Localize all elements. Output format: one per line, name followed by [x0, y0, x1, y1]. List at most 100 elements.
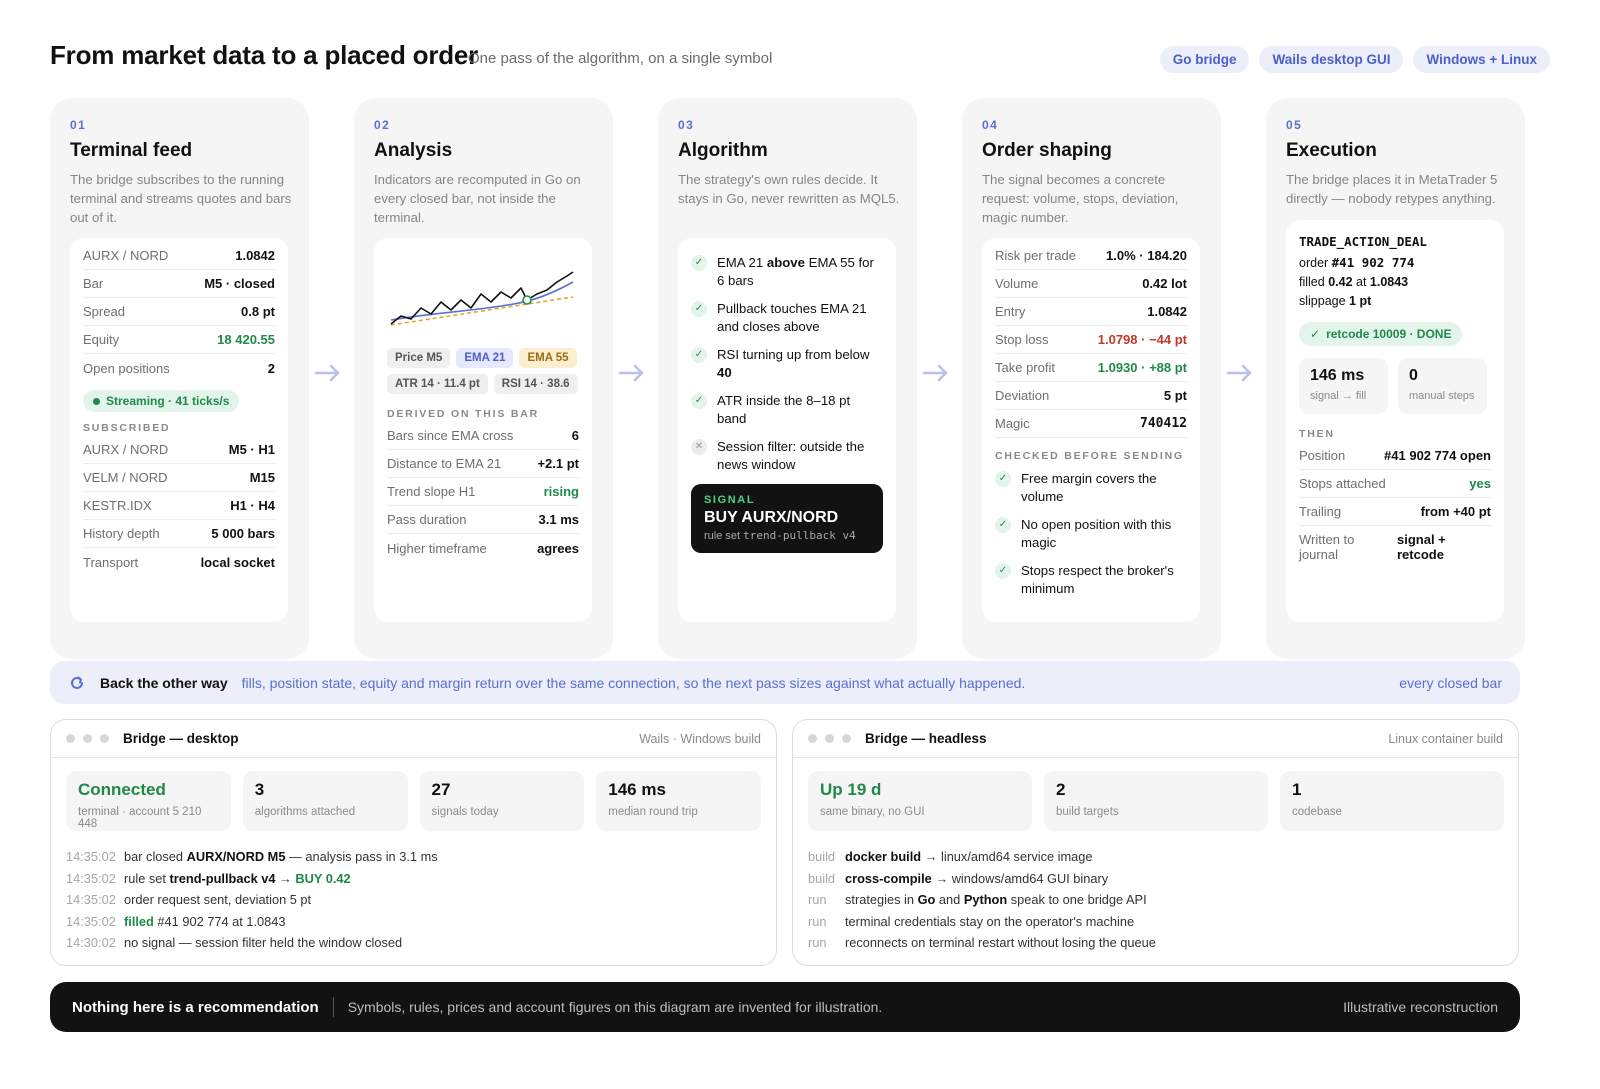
feed-row: Bar M5 · closed — [83, 270, 275, 298]
stage-description: The bridge places it in MetaTrader 5 dir… — [1286, 172, 1498, 206]
stage-number: 02 — [374, 118, 391, 132]
subscription-row: VELM / NORD M15 — [83, 464, 275, 492]
stat-card: Up 19 d same binary, no GUI — [808, 771, 1032, 831]
order-row: Magic 740412 — [995, 410, 1187, 438]
window-dot-icon — [825, 734, 834, 743]
stage-analysis: 02 Analysis Indicators are recomputed in… — [354, 98, 613, 659]
stage-title: Analysis — [374, 140, 453, 161]
window-build-label: Linux container build — [1388, 731, 1503, 746]
then-row: Stops attached yes — [1299, 470, 1491, 498]
derived-row: Higher timeframe agrees — [387, 540, 579, 556]
feedback-strip: Back the other way fills, position state… — [50, 661, 1520, 704]
window-titlebar: Bridge — headless Linux container build — [793, 720, 1518, 758]
section-label: THEN — [1299, 428, 1335, 440]
order-row: Deviation 5 pt — [995, 382, 1187, 410]
deal-action: TRADE_ACTION_DEAL — [1299, 234, 1427, 249]
feed-row: Open positions 2 — [83, 360, 275, 376]
deal-order: order #41 902 774 — [1299, 255, 1415, 270]
refresh-icon — [71, 676, 83, 689]
feedback-frequency: every closed bar — [1399, 674, 1502, 691]
metric-card: 0 manual steps — [1398, 358, 1487, 414]
stage-description: The bridge subscribes to the running ter… — [70, 172, 292, 225]
feed-row: Spread 0.8 pt — [83, 298, 275, 326]
desktop-bridge-window: Bridge — desktop Wails · Windows build C… — [50, 719, 777, 966]
subscription-row: KESTR.IDX H1 · H4 — [83, 492, 275, 520]
window-dot-icon — [83, 734, 92, 743]
tag-list: Go bridge Wails desktop GUI Windows + Li… — [1159, 46, 1550, 73]
stage-description: Indicators are recomputed in Go on every… — [374, 172, 581, 225]
tag-platforms: Windows + Linux — [1413, 46, 1550, 73]
window-dot-icon — [66, 734, 75, 743]
deal-slippage: slippage 1 pt — [1299, 294, 1372, 308]
headless-bridge-window: Bridge — headless Linux container build … — [792, 719, 1519, 966]
feed-panel: AURX / NORD 1.0842 Bar M5 · closed Spread 0… — [70, 238, 288, 622]
indicator-tags: Price M5 EMA 21 EMA 55 ATR 14 · 11.4 pt … — [387, 348, 579, 394]
stage-description: The strategy's own rules decide. It stay… — [678, 172, 900, 206]
stage-title: Terminal feed — [70, 140, 193, 161]
section-label: SUBSCRIBED — [83, 422, 171, 434]
window-dot-icon — [808, 734, 817, 743]
indicator-tag: ATR 14 · 11.4 pt — [387, 374, 488, 394]
log-line: 14:35:02 rule set trend-pullback v4 → BUY… — [66, 870, 351, 886]
rule-item: ✓ Pullback touches EMA 21 and closes abov… — [691, 300, 883, 336]
check-item: ✓ Free margin covers the volume — [995, 470, 1187, 506]
stat-cards: Connected terminal · account 5 210 448 3a… — [51, 758, 776, 831]
feedback-description: fills, position state, equity and margin… — [241, 674, 1026, 691]
status-dot-icon — [93, 397, 100, 405]
stage-title: Execution — [1286, 140, 1377, 161]
stat-card: 1 codebase — [1280, 771, 1504, 831]
deal-filled: filled 0.42 at 1.0843 — [1299, 275, 1409, 289]
stat-card: 146 ms median round trip — [596, 771, 761, 831]
order-row: Volume 0.42 lot — [995, 270, 1187, 298]
disclaimer-note: Illustrative reconstruction — [1343, 999, 1498, 1015]
window-dot-icon — [100, 734, 109, 743]
metric-card: 146 ms signal → fill — [1299, 358, 1388, 414]
order-panel: Risk per trade 1.0% · 184.20 Volume 0.42 l… — [982, 238, 1200, 622]
rule-item: ✓ ATR inside the 8–18 pt band — [691, 392, 883, 428]
check-icon: ✓ — [995, 517, 1011, 533]
disclaimer-footer: Nothing here is a recommendation Symbols… — [50, 982, 1520, 1032]
stage-number: 01 — [70, 118, 87, 132]
rule-item: ✓ EMA 21 above EMA 55 for 6 bars — [691, 254, 883, 290]
window-title: Bridge — headless — [865, 731, 987, 746]
streaming-badge: Streaming · 41 ticks/s — [83, 390, 240, 412]
indicator-tag: RSI 14 · 38.6 — [493, 374, 578, 394]
tag-wails-gui: Wails desktop GUI — [1259, 46, 1404, 73]
log-line: 14:35:02 filled #41 902 774 at 1.0843 — [66, 913, 286, 929]
stat-cards: Up 19 d same binary, no GUI 2 build target… — [793, 758, 1518, 831]
check-icon: ✓ — [995, 471, 1011, 487]
section-label: CHECKED BEFORE SENDING — [995, 450, 1184, 462]
then-row: Trailing from +40 pt — [1299, 498, 1491, 526]
arrow-right-icon — [617, 363, 647, 383]
stat-card: 3 algorithms attached — [242, 771, 408, 831]
signal-card: SIGNAL BUY AURX/NORD rule set trend-pull… — [691, 484, 883, 553]
check-icon: ✓ — [691, 301, 707, 317]
then-row: Position #41 902 774 open — [1299, 442, 1491, 470]
stage-terminal-feed: 01 Terminal feed The bridge subscribes t… — [50, 98, 309, 659]
rules-panel: ✓ EMA 21 above EMA 55 for 6 bars ✓ Pullbac… — [678, 238, 896, 622]
arrow-right-icon — [313, 363, 343, 383]
derived-row: Trend slope H1 rising — [387, 478, 579, 506]
stage-number: 05 — [1286, 118, 1303, 132]
order-row: Risk per trade 1.0% · 184.20 — [995, 242, 1187, 270]
divider — [332, 997, 334, 1017]
signal-value: BUY AURX/NORD — [704, 509, 839, 526]
feedback-title: Back the other way — [100, 674, 228, 691]
derived-row: Bars since EMA cross 6 — [387, 422, 579, 450]
header: From market data to a placed order One p… — [50, 38, 1550, 78]
rule-item: ✕ Session filter: outside the news window — [691, 438, 883, 474]
check-item: ✓ No open position with this magic — [995, 516, 1187, 552]
log-line: 14:35:02 bar closed AURX/NORD M5 — analys… — [66, 849, 438, 864]
page-subtitle: One pass of the algorithm, on a single s… — [468, 50, 773, 67]
indicator-tag: EMA 21 — [456, 348, 514, 368]
check-icon: ✓ — [691, 255, 707, 271]
log-line: 14:35:02 order request sent, deviation 5 … — [66, 892, 312, 907]
execution-panel: TRADE_ACTION_DEAL order #41 902 774 fill… — [1286, 220, 1504, 622]
disclaimer-text: Symbols, rules, prices and account figur… — [347, 999, 883, 1015]
tag-go-bridge: Go bridge — [1159, 46, 1250, 73]
subscription-row: AURX / NORD M5 · H1 — [83, 436, 275, 464]
check-icon: ✓ — [1310, 327, 1321, 341]
feed-row: AURX / NORD 1.0842 — [83, 242, 275, 270]
stage-order-shaping: 04 Order shaping The signal becomes a co… — [962, 98, 1221, 659]
stage-title: Order shaping — [982, 140, 1112, 161]
